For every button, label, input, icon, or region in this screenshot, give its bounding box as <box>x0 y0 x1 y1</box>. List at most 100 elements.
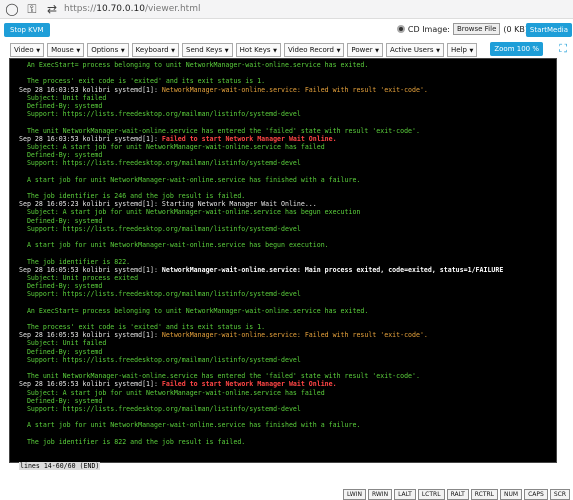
terminal-line: Defined-By: systemd <box>19 348 556 356</box>
key-scr[interactable]: SCR <box>549 489 570 500</box>
terminal-text: Subject: Unit failed <box>19 93 107 102</box>
terminal-text: Defined-By: systemd <box>19 216 103 225</box>
terminal-text: Sep 28 16:05:23 kolibri systemd[1]: Star… <box>19 200 317 209</box>
chevron-down-icon: ▼ <box>334 47 341 54</box>
key-lctrl[interactable]: LCTRL <box>417 489 445 500</box>
key-caps[interactable]: CAPS <box>524 489 548 500</box>
terminal-line: A start job for unit NetworkManager-wait… <box>19 421 556 429</box>
key-lwin[interactable]: LWIN <box>342 489 366 500</box>
terminal-text: Subject: A start job for unit NetworkMan… <box>19 142 325 151</box>
terminal-highlight-text: Failed to start Network Manager Wait Onl… <box>161 134 337 143</box>
key-rwin[interactable]: RWIN <box>367 489 393 500</box>
terminal-line: The unit NetworkManager-wait-online.serv… <box>19 372 556 380</box>
menu-help[interactable]: Help ▼ <box>446 42 478 57</box>
menu-send-keys[interactable]: Send Keys ▼ <box>182 42 233 57</box>
chevron-down-icon: ▼ <box>119 47 125 54</box>
chevron-down-icon: ▼ <box>271 47 277 54</box>
stop-kvm-button[interactable]: Stop KVM <box>4 23 50 37</box>
terminal-line: Defined-By: systemd <box>19 151 556 159</box>
terminal-line: Support: https://lists.freedesktop.org/m… <box>19 225 556 233</box>
terminal-line: The job identifier is 822. <box>19 258 556 266</box>
connection-icon[interactable]: ⇄ <box>44 0 60 19</box>
terminal-text: Support: https://lists.freedesktop.org/m… <box>19 404 301 413</box>
terminal-text: Defined-By: systemd <box>19 347 103 356</box>
terminal-text: Support: https://lists.freedesktop.org/m… <box>19 290 301 299</box>
terminal-text: Support: https://lists.freedesktop.org/m… <box>19 355 301 364</box>
chevron-down-icon: ▼ <box>434 47 440 54</box>
terminal-line: Support: https://lists.freedesktop.org/m… <box>19 356 556 364</box>
menu-label: Hot Keys <box>239 45 271 54</box>
terminal-text: Sep 28 16:03:53 kolibri systemd[1]: <box>19 85 162 94</box>
menu-hot-keys[interactable]: Hot Keys ▼ <box>235 42 281 57</box>
menu-keyboard[interactable]: Keyboard ▼ <box>131 42 180 57</box>
terminal-line: Sep 28 16:03:53 kolibri systemd[1]: Fail… <box>19 135 556 143</box>
terminal-line: Sep 28 16:03:53 kolibri systemd[1]: Netw… <box>19 86 556 94</box>
browse-file-button[interactable]: Browse File <box>452 23 501 35</box>
terminal-line: Defined-By: systemd <box>19 102 556 110</box>
terminal-output: An ExecStart= process belonging to unit … <box>10 59 556 462</box>
terminal-highlight-text: Failed to start Network Manager Wait Onl… <box>161 380 337 389</box>
terminal-line: Sep 28 16:05:23 kolibri systemd[1]: Star… <box>19 200 556 208</box>
menu-mouse[interactable]: Mouse ▼ <box>47 42 85 57</box>
terminal-line: The unit NetworkManager-wait-online.serv… <box>19 127 556 135</box>
key-ralt[interactable]: RALT <box>446 489 469 500</box>
terminal-text: Sep 28 16:05:53 kolibri systemd[1]: <box>19 331 162 340</box>
terminal-text: Subject: A start job for unit NetworkMan… <box>19 388 325 397</box>
terminal-line: Support: https://lists.freedesktop.org/m… <box>19 110 556 118</box>
terminal-text: The unit NetworkManager-wait-online.serv… <box>19 126 420 135</box>
terminal-line: Subject: Unit failed <box>19 339 556 347</box>
menu-label: Active Users <box>390 45 434 54</box>
menu-power[interactable]: Power ▼ <box>347 42 384 57</box>
url-host: 10.70.0.10 <box>96 4 145 14</box>
menu-label: Send Keys <box>186 45 223 54</box>
menu-label: Power <box>351 45 373 54</box>
chevron-down-icon: ▼ <box>74 47 81 54</box>
menu-active-users[interactable]: Active Users ▼ <box>386 42 444 57</box>
url-prefix: https:// <box>64 4 97 14</box>
address-bar[interactable]: https://10.70.0.10/viewer.html <box>64 4 200 14</box>
menu-label: Options <box>91 45 119 54</box>
menu-video-record[interactable]: Video Record ▼ <box>283 42 345 57</box>
terminal-line: Support: https://lists.freedesktop.org/m… <box>19 290 556 298</box>
terminal-text: Support: https://lists.freedesktop.org/m… <box>19 110 301 119</box>
start-media-button[interactable]: StartMedia <box>525 23 572 37</box>
key-lalt[interactable]: LALT <box>394 489 416 500</box>
terminal-text: An ExecStart= process belonging to unit … <box>19 306 369 315</box>
terminal-text: Subject: Unit process exited <box>19 273 139 282</box>
menu-options[interactable]: Options ▼ <box>87 42 129 57</box>
shield-icon[interactable]: ◯ <box>4 0 20 19</box>
key-num[interactable]: NUM <box>500 489 523 500</box>
terminal-line: Sep 28 16:05:53 kolibri systemd[1]: Netw… <box>19 266 556 274</box>
menu-label: Video <box>14 45 34 54</box>
terminal-line: Support: https://lists.freedesktop.org/m… <box>19 159 556 167</box>
terminal-text: Sep 28 16:05:53 kolibri systemd[1]: <box>19 380 162 389</box>
terminal-line: An ExecStart= process belonging to unit … <box>19 61 556 69</box>
kvm-screen[interactable]: An ExecStart= process belonging to unit … <box>9 58 557 470</box>
terminal-line: Sep 28 16:05:53 kolibri systemd[1]: Netw… <box>19 331 556 339</box>
terminal-line: Defined-By: systemd <box>19 282 556 290</box>
menu-label: Help <box>450 45 467 54</box>
terminal-highlight-text: NetworkManager-wait-online.service: Main… <box>161 265 504 274</box>
terminal-line: Subject: Unit failed <box>19 94 556 102</box>
terminal-line: The process' exit code is 'exited' and i… <box>19 77 556 85</box>
cd-image-label: CD Image: <box>407 24 450 34</box>
lock-icon[interactable]: ⚿ <box>24 0 40 19</box>
file-size-label: (0 KB) <box>503 24 528 34</box>
terminal-line: Subject: A start job for unit NetworkMan… <box>19 143 556 151</box>
terminal-line: Subject: Unit process exited <box>19 274 556 282</box>
terminal-text: The job identifier is 822. <box>19 257 131 266</box>
chevron-down-icon: ▼ <box>169 47 176 54</box>
chevron-down-icon: ▼ <box>223 47 229 54</box>
menu-video[interactable]: Video ▼ <box>10 42 45 57</box>
zoom-button[interactable]: Zoom 100 % <box>490 42 543 56</box>
terminal-line: The job identifier is 246 and the job re… <box>19 192 556 200</box>
terminal-line: An ExecStart= process belonging to unit … <box>19 307 556 315</box>
terminal-highlight-text: NetworkManager-wait-online.service: Fail… <box>161 85 428 94</box>
fullscreen-icon[interactable]: ⛶ <box>559 43 567 55</box>
key-rctrl[interactable]: RCTRL <box>470 489 499 500</box>
